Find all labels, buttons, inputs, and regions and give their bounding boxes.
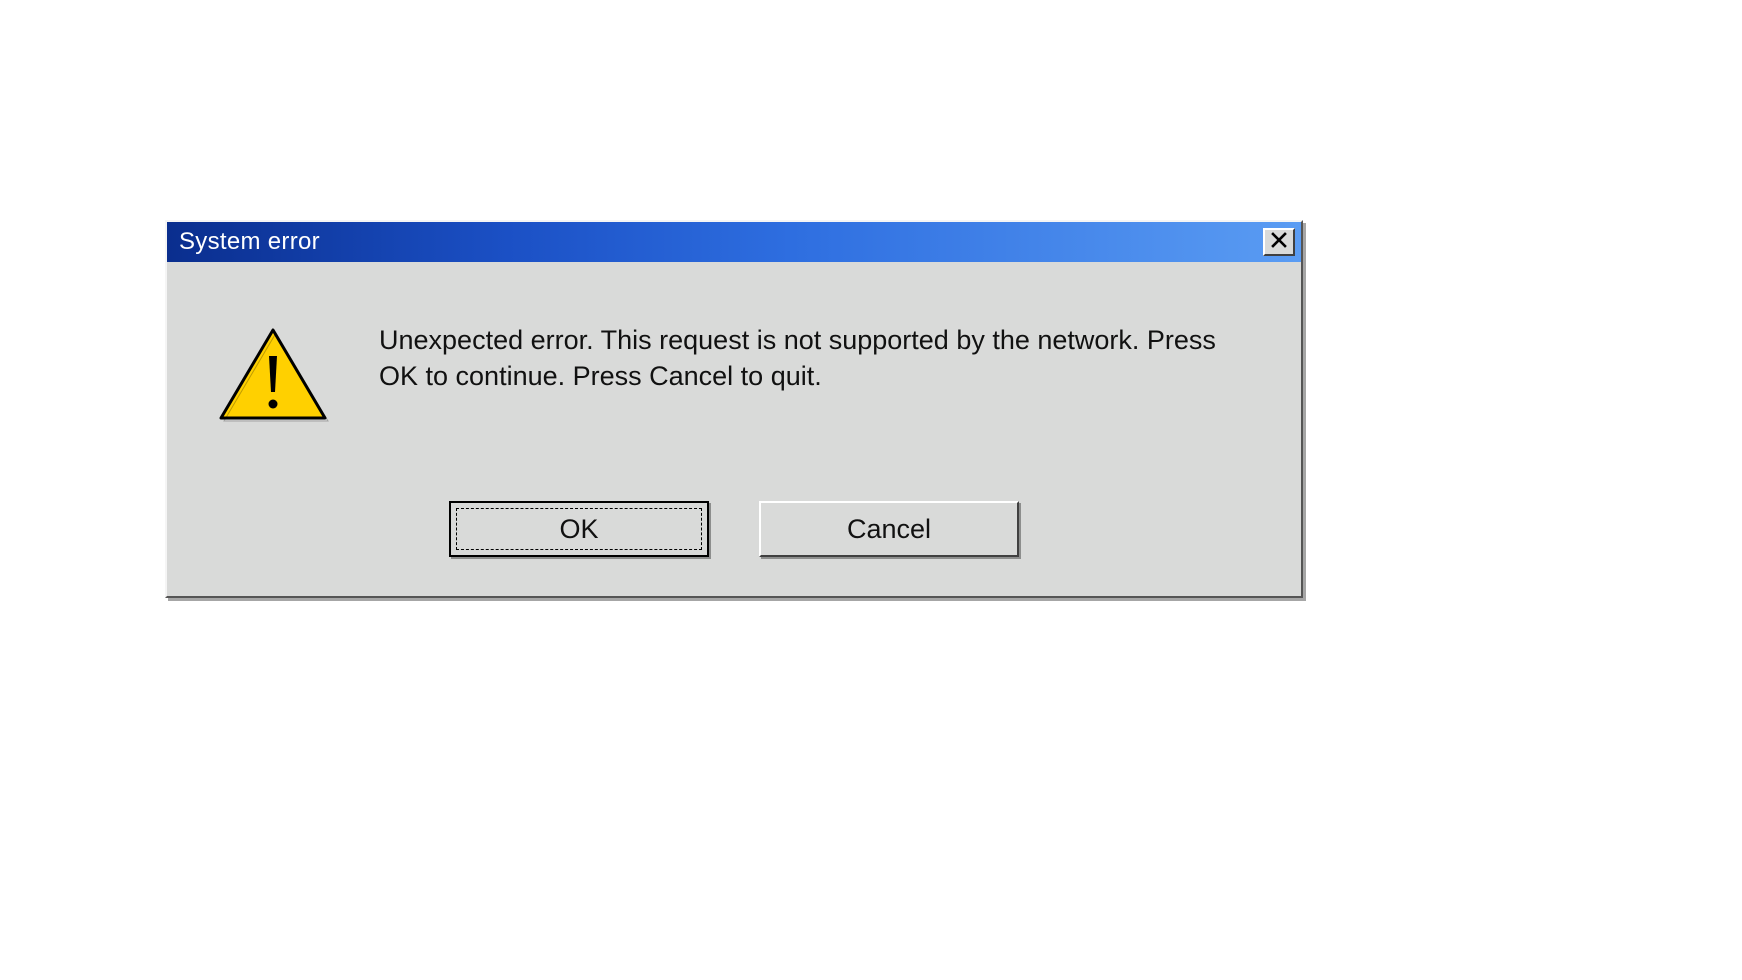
error-message: Unexpected error. This request is not su…: [379, 322, 1261, 395]
dialog-title: System error: [179, 228, 320, 256]
warning-icon: [217, 322, 329, 431]
dialog-content: Unexpected error. This request is not su…: [167, 262, 1301, 431]
close-button[interactable]: [1263, 228, 1295, 256]
ok-button[interactable]: OK: [449, 501, 709, 557]
close-icon: [1271, 232, 1287, 253]
cancel-button[interactable]: Cancel: [759, 501, 1019, 557]
titlebar[interactable]: System error: [167, 222, 1301, 262]
error-dialog: System error Unexpected error. This requ…: [165, 220, 1303, 598]
button-row: OK Cancel: [167, 501, 1301, 557]
